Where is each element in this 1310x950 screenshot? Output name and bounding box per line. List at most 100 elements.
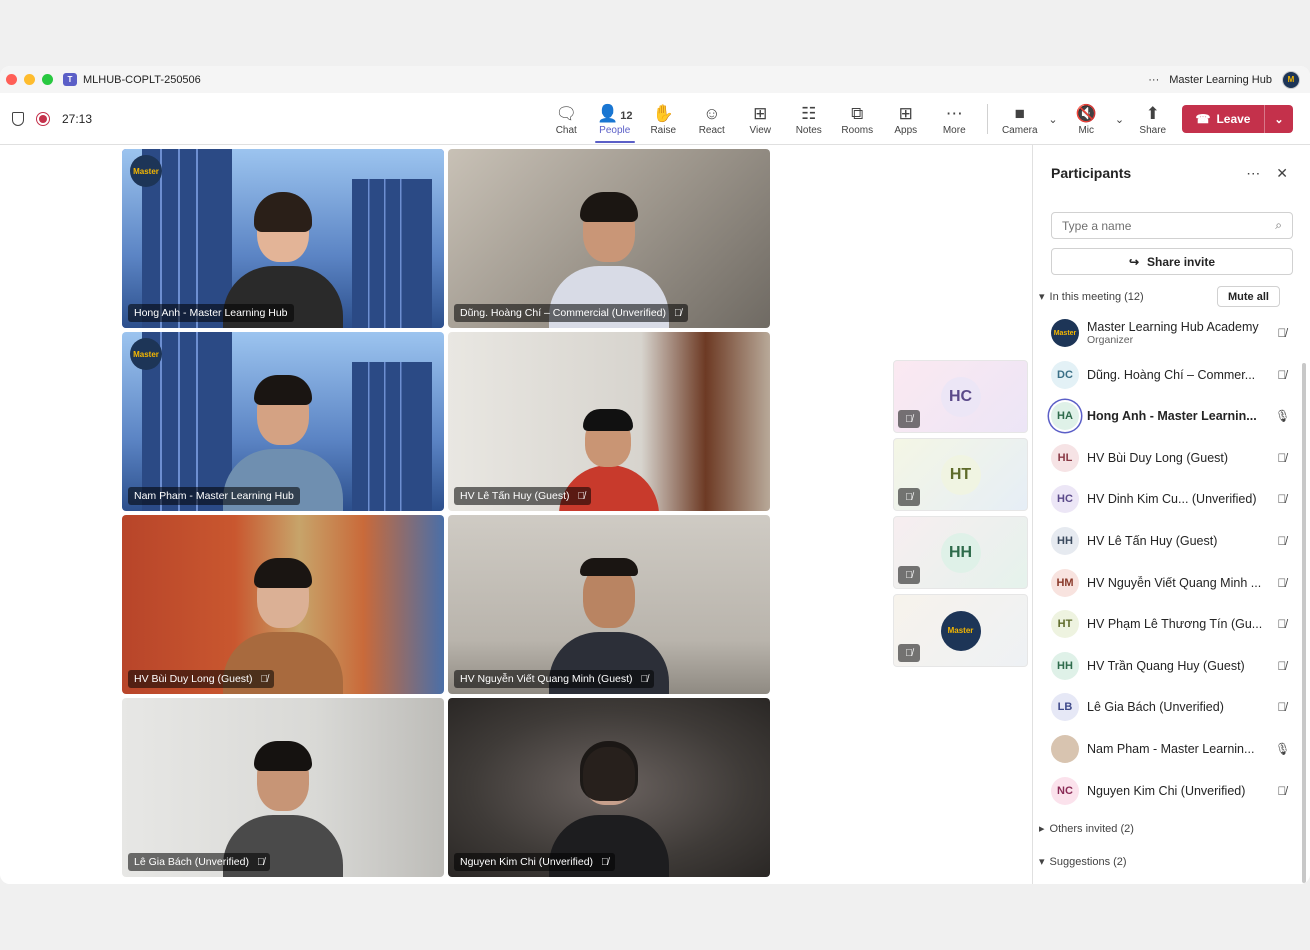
mic-off-icon[interactable]: 🎙̸	[1275, 534, 1289, 548]
video-stage: Master Hong Anh - Master Learning Hub Dũ…	[0, 145, 1032, 884]
video-tile[interactable]: Master Hong Anh - Master Learning Hub	[122, 149, 444, 328]
share-icon: ↪	[1128, 254, 1140, 269]
others-invited-section-toggle[interactable]: ▸ Others invited (2)	[1039, 822, 1134, 836]
participant-name-tag: Dũng. Hoàng Chí – Commercial (Unverified…	[454, 304, 688, 322]
people-button[interactable]: 👤 12 People	[591, 93, 640, 145]
mic-off-icon[interactable]: 🎙̸	[1275, 451, 1289, 465]
participant-name: Dũng. Hoàng Chí – Commer...	[1087, 367, 1256, 382]
recording-icon[interactable]	[36, 112, 50, 126]
video-tile[interactable]: Master Nam Pham - Master Learning Hub	[122, 332, 444, 511]
more-button[interactable]: ⋯ More	[930, 93, 979, 145]
notes-button[interactable]: ☷ Notes	[785, 93, 834, 145]
participant-name: Nguyen Kim Chi (Unverified)	[1087, 783, 1246, 798]
panel-more-icon[interactable]: ⋯	[1246, 165, 1260, 182]
mini-video-tile[interactable]: HT 🎙̸	[893, 438, 1028, 511]
mini-video-tile[interactable]: Master 🎙̸	[893, 594, 1028, 667]
raise-hand-button[interactable]: ✋ Raise	[639, 93, 688, 145]
participant-name: Nam Pham - Master Learnin...	[1087, 742, 1255, 756]
participant-name: HV Lê Tấn Huy (Guest)	[1087, 534, 1218, 548]
mini-video-tile[interactable]: HH 🎙̸	[893, 516, 1028, 589]
participant-info: HV Dinh Kim Cu... (Unverified)	[1087, 492, 1265, 506]
apps-button[interactable]: ⊞ Apps	[882, 93, 931, 145]
leave-button[interactable]: ☎ Leave	[1182, 105, 1265, 133]
title-bar-right: ··· Master Learning Hub M	[1148, 66, 1300, 93]
suggestions-section-toggle[interactable]: ▾ Suggestions (2)	[1039, 855, 1127, 869]
view-icon: ⊞	[753, 103, 768, 123]
close-icon[interactable]: ✕	[1276, 165, 1288, 182]
video-tile[interactable]: Lê Gia Bách (Unverified) 🎙̸	[122, 698, 444, 877]
share-button[interactable]: ⬆ Share	[1129, 93, 1178, 145]
mic-off-icon[interactable]: 🎙̸	[1275, 576, 1289, 590]
participant-row[interactable]: Master Master Learning Hub Academy Organiz…	[1051, 314, 1301, 352]
mic-button[interactable]: 🔇 Mic	[1062, 93, 1111, 145]
participant-row[interactable]: HC HV Dinh Kim Cu... (Unverified) 🎙̸	[1051, 480, 1301, 518]
rooms-button[interactable]: ⧉ Rooms	[833, 93, 882, 145]
meeting-toolbar: 27:13 🗨 Chat 👤 12 People ✋ Raise ☺ React …	[0, 93, 1310, 145]
camera-button[interactable]: ■ Camera	[996, 93, 1045, 145]
mic-off-icon: 🎙̸	[898, 410, 920, 428]
view-button[interactable]: ⊞ View	[736, 93, 785, 145]
participant-row[interactable]: HM HV Nguyễn Viết Quang Minh ... 🎙̸	[1051, 564, 1301, 602]
participant-info: Dũng. Hoàng Chí – Commer...	[1087, 368, 1265, 382]
shield-icon[interactable]	[12, 112, 24, 126]
camera-options-chevron-icon[interactable]: ⌄	[1044, 93, 1062, 145]
mic-off-icon[interactable]: 🎙̸	[1275, 659, 1289, 673]
video-tile[interactable]: HV Bùi Duy Long (Guest) 🎙̸	[122, 515, 444, 694]
participant-row[interactable]: DC Dũng. Hoàng Chí – Commer... 🎙̸	[1051, 356, 1301, 394]
minimize-window-button[interactable]	[24, 74, 35, 85]
call-duration: 27:13	[62, 112, 93, 126]
mini-video-tile[interactable]: HC 🎙̸	[893, 360, 1028, 433]
mic-off-icon[interactable]: 🎙̸	[1275, 784, 1289, 798]
mic-off-icon: 🎙̸	[898, 644, 920, 662]
participant-avatar: HC	[1051, 485, 1079, 514]
participant-name: Hong Anh - Master Learnin...	[1087, 409, 1257, 424]
react-icon: ☺	[703, 103, 721, 123]
mic-off-icon[interactable]: 🎙̸	[1275, 326, 1289, 340]
participant-info: HV Trần Quang Huy (Guest)	[1087, 659, 1265, 673]
participant-info: Hong Anh - Master Learnin...	[1087, 409, 1265, 423]
mic-on-icon[interactable]: 🎙	[1275, 742, 1290, 756]
leave-options-chevron-icon[interactable]: ⌄	[1265, 113, 1293, 126]
video-tile[interactable]: Nguyen Kim Chi (Unverified) 🎙̸	[448, 698, 770, 877]
mic-off-icon: 🎙̸	[898, 566, 920, 584]
video-tile[interactable]: Dũng. Hoàng Chí – Commercial (Unverified…	[448, 149, 770, 328]
participant-row[interactable]: HA Hong Anh - Master Learnin... 🎙	[1051, 397, 1301, 435]
video-tile[interactable]: HV Nguyễn Viết Quang Minh (Guest) 🎙̸	[448, 515, 770, 694]
mic-off-icon: 🔇	[1075, 103, 1097, 123]
mic-off-icon[interactable]: 🎙̸	[1275, 700, 1289, 714]
mic-off-icon: 🎙̸	[898, 488, 920, 506]
participant-row[interactable]: HH HV Lê Tấn Huy (Guest) 🎙̸	[1051, 522, 1301, 560]
mic-on-icon[interactable]: 🎙	[1275, 409, 1290, 423]
video-tile[interactable]: HV Lê Tấn Huy (Guest) 🎙̸	[448, 332, 770, 511]
org-avatar[interactable]: M	[1282, 70, 1300, 89]
participant-row[interactable]: HT HV Phạm Lê Thương Tín (Gu... 🎙̸	[1051, 605, 1301, 643]
mic-options-chevron-icon[interactable]: ⌄	[1111, 93, 1129, 145]
participant-avatar: HC	[940, 376, 981, 417]
participant-row[interactable]: HH HV Trần Quang Huy (Guest) 🎙̸	[1051, 647, 1301, 685]
panel-scrollbar[interactable]	[1302, 363, 1306, 883]
participant-row[interactable]: Nam Pham - Master Learnin... 🎙	[1051, 730, 1301, 768]
participants-panel: Participants ⋯ ✕ Type a name ⌕ ↪ Share i…	[1032, 145, 1310, 884]
participant-info: Lê Gia Bách (Unverified)	[1087, 700, 1265, 714]
master-logo: Master	[130, 338, 162, 370]
mic-off-icon[interactable]: 🎙̸	[1275, 368, 1289, 382]
chat-button[interactable]: 🗨 Chat	[542, 93, 591, 145]
panel-title: Participants	[1051, 165, 1132, 181]
mute-all-button[interactable]: Mute all	[1217, 286, 1280, 307]
teams-logo-icon: T	[63, 73, 77, 86]
participant-row[interactable]: NC Nguyen Kim Chi (Unverified) 🎙̸	[1051, 772, 1301, 810]
maximize-window-button[interactable]	[42, 74, 53, 85]
participant-row[interactable]: HL HV Bùi Duy Long (Guest) 🎙̸	[1051, 439, 1301, 477]
participant-search-input[interactable]: Type a name ⌕	[1051, 212, 1293, 239]
more-options-icon[interactable]: ···	[1148, 74, 1159, 86]
toolbar-separator	[986, 104, 988, 134]
participant-row[interactable]: LB Lê Gia Bách (Unverified) 🎙̸	[1051, 688, 1301, 726]
chevron-down-icon: ▾	[1039, 291, 1045, 303]
mic-off-icon: 🎙̸	[601, 856, 609, 868]
mic-off-icon[interactable]: 🎙̸	[1275, 492, 1289, 506]
react-button[interactable]: ☺ React	[688, 93, 737, 145]
in-meeting-section-toggle[interactable]: ▾ In this meeting (12)	[1039, 290, 1144, 304]
close-window-button[interactable]	[6, 74, 17, 85]
mic-off-icon[interactable]: 🎙̸	[1275, 617, 1289, 631]
share-invite-button[interactable]: ↪ Share invite	[1051, 248, 1293, 275]
